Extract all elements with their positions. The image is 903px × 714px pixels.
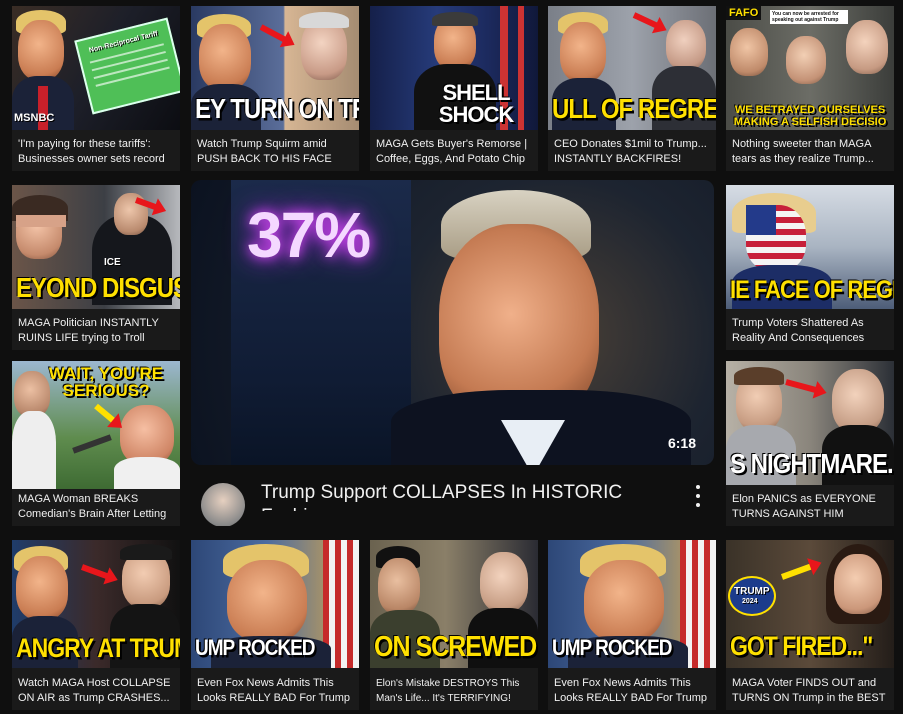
person-face xyxy=(120,405,174,465)
person-face xyxy=(666,20,706,70)
video-title[interactable]: MAGA Politician INSTANTLY RUINS LIFE try… xyxy=(18,316,176,346)
channel-badge: FAFO xyxy=(726,6,762,20)
person-face xyxy=(378,558,420,614)
video-title[interactable]: Even Fox News Admits This Looks REALLY B… xyxy=(554,676,712,706)
video-card[interactable]: UMP ROCKED Even Fox News Admits This Loo… xyxy=(548,540,716,710)
thumbnail-caption: ULL OF REGRET xyxy=(552,93,716,125)
thumbnail-caption: UMP ROCKED xyxy=(195,636,316,661)
person-face xyxy=(480,552,528,612)
video-card[interactable]: Non-Reciprocal Tariff MSNBC 'I'm paying … xyxy=(12,6,180,171)
video-thumbnail[interactable]: UMP ROCKED xyxy=(548,540,716,668)
ice-label: ICE xyxy=(104,257,121,268)
video-title[interactable]: CEO Donates $1mil to Trump... INSTANTLY … xyxy=(554,137,712,167)
video-card[interactable]: WAIT, YOU'RE SERIOUS? MAGA Woman BREAKS … xyxy=(12,361,180,526)
person-face xyxy=(846,20,888,74)
video-title[interactable]: Trump Voters Shattered As Reality And Co… xyxy=(732,316,890,346)
video-title[interactable]: Watch Trump Squirm amid PUSH BACK TO HIS… xyxy=(197,137,355,167)
person-face xyxy=(730,28,768,76)
video-thumbnail[interactable]: S NIGHTMARE. xyxy=(726,361,894,485)
person-face xyxy=(18,20,64,80)
person-face xyxy=(832,369,884,433)
person-face xyxy=(227,560,307,642)
network-logo: MSNBC xyxy=(14,112,55,124)
video-title[interactable]: Elon's Mistake DESTROYS This Man's Life.… xyxy=(376,676,534,706)
video-title[interactable]: Elon PANICS as EVERYONE TURNS AGAINST HI… xyxy=(732,492,890,522)
video-thumbnail[interactable]: SHELL SHOCK xyxy=(370,6,538,130)
video-duration: 6:18 xyxy=(667,435,696,451)
thumbnail-caption: S NIGHTMARE. xyxy=(730,448,894,480)
video-card[interactable]: FAFO You can now be arrested for speakin… xyxy=(726,6,894,171)
thumbnail-caption: WAIT, YOU'RE SERIOUS? xyxy=(48,365,164,399)
video-card[interactable]: TRUMP 2024 GOT FIRED..." MAGA Voter FIND… xyxy=(726,540,894,710)
video-card[interactable]: UMP ROCKED Even Fox News Admits This Loo… xyxy=(191,540,359,710)
video-thumbnail[interactable]: UMP ROCKED xyxy=(191,540,359,668)
thumbnail-caption: EY TURN ON TRUM xyxy=(195,93,359,125)
video-card[interactable]: ICE EYOND DISGUSTIN MAGA Politician INST… xyxy=(12,185,180,350)
featured-thumbnail[interactable]: 37% 6:18 xyxy=(191,180,714,465)
video-thumbnail[interactable]: TRUMP 2024 GOT FIRED..." xyxy=(726,540,894,668)
thumbnail-caption: UMP ROCKED xyxy=(552,636,673,661)
video-title[interactable]: Nothing sweeter than MAGA tears as they … xyxy=(732,137,890,167)
video-title[interactable]: 'I'm paying for these tariffs': Business… xyxy=(18,137,176,167)
channel-avatar[interactable] xyxy=(201,483,245,526)
video-thumbnail[interactable]: WAIT, YOU'RE SERIOUS? xyxy=(12,361,180,489)
video-thumbnail[interactable]: Non-Reciprocal Tariff MSNBC xyxy=(12,6,180,130)
person-face xyxy=(560,22,606,82)
video-card[interactable]: SHELL SHOCK MAGA Gets Buyer's Remorse | … xyxy=(370,6,538,171)
video-thumbnail[interactable]: EY TURN ON TRUM xyxy=(191,6,359,130)
video-title[interactable]: MAGA Voter FINDS OUT and TURNS ON Trump … xyxy=(732,676,890,706)
document-heading: Non-Reciprocal Tariff xyxy=(88,30,159,55)
featured-meta: Trump Support COLLAPSES In HISTORIC Fash… xyxy=(191,475,714,526)
person-face xyxy=(199,24,251,90)
video-title[interactable]: MAGA Woman BREAKS Comedian's Brain After… xyxy=(18,492,176,522)
quote-box: You can now be arrested for speaking out… xyxy=(770,10,848,24)
thumbnail-caption: GOT FIRED..." xyxy=(730,630,873,661)
video-card[interactable]: S NIGHTMARE. Elon PANICS as EVERYONE TUR… xyxy=(726,361,894,526)
video-card[interactable]: EY TURN ON TRUM Watch Trump Squirm amid … xyxy=(191,6,359,171)
video-card[interactable]: ULL OF REGRET CEO Donates $1mil to Trump… xyxy=(548,6,716,171)
video-card[interactable]: IE FACE OF REGRET Trump Voters Shattered… xyxy=(726,185,894,350)
video-thumbnail[interactable]: FAFO You can now be arrested for speakin… xyxy=(726,6,894,130)
thumbnail-caption: ON SCREWED UP xyxy=(374,630,538,663)
person-face xyxy=(16,556,68,620)
person-face xyxy=(834,554,882,614)
rally-sign: TRUMP 2024 xyxy=(728,576,776,616)
video-thumbnail[interactable]: IE FACE OF REGRET xyxy=(726,185,894,309)
video-title[interactable]: Even Fox News Admits This Looks REALLY B… xyxy=(197,676,355,706)
featured-title[interactable]: Trump Support COLLAPSES In HISTORIC Fash… xyxy=(261,481,661,511)
thumbnail-caption: SHELL SHOCK xyxy=(438,82,514,126)
person-face xyxy=(584,560,664,642)
video-thumbnail[interactable]: ICE EYOND DISGUSTIN xyxy=(12,185,180,309)
video-card[interactable]: ANGRY AT TRUMP! Watch MAGA Host COLLAPSE… xyxy=(12,540,180,710)
video-card[interactable]: ON SCREWED UP Elon's Mistake DESTROYS Th… xyxy=(370,540,538,710)
thumbnail-caption: IE FACE OF REGRET xyxy=(730,275,894,304)
video-thumbnail[interactable]: ULL OF REGRET xyxy=(548,6,716,130)
video-thumbnail[interactable]: ANGRY AT TRUMP! xyxy=(12,540,180,668)
video-title[interactable]: MAGA Gets Buyer's Remorse | Coffee, Eggs… xyxy=(376,137,534,167)
video-title[interactable]: Watch MAGA Host COLLAPSE ON AIR as Trump… xyxy=(18,676,176,706)
more-options-icon[interactable] xyxy=(694,485,702,507)
featured-video[interactable]: 37% 6:18 Trump Support COLLAPSES In HIST… xyxy=(191,180,714,526)
thumbnail-caption: WE BETRAYED OURSELVES MAKING A SELFISH D… xyxy=(733,104,887,128)
video-thumbnail[interactable]: ON SCREWED UP xyxy=(370,540,538,668)
thumbnail-caption: ANGRY AT TRUMP! xyxy=(16,632,180,663)
thumbnail-caption: EYOND DISGUSTIN xyxy=(16,272,180,304)
percentage-overlay: 37% xyxy=(247,199,371,271)
person-face xyxy=(786,36,826,84)
